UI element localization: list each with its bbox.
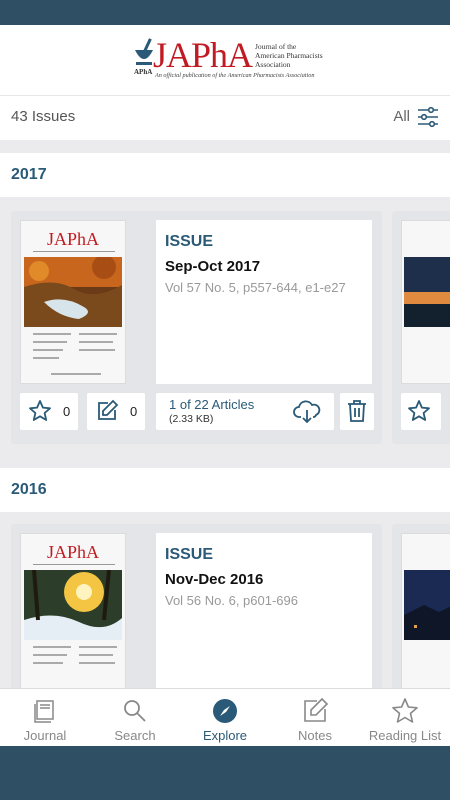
issue-cover[interactable]: JAPhA — [20, 220, 126, 384]
cover-publisher-line — [51, 373, 101, 375]
tab-label: Notes — [298, 728, 332, 743]
issue-info[interactable]: ISSUE Sep-Oct 2017 Vol 57 No. 5, p557-64… — [156, 220, 372, 384]
cloud-download-icon — [293, 400, 321, 424]
tab-journal[interactable]: Journal — [0, 689, 90, 747]
favorite-count: 0 — [63, 404, 71, 419]
logo-wordmark: JAPhA — [153, 35, 253, 75]
tab-reading-list[interactable]: Reading List — [360, 689, 450, 747]
cover-text — [33, 662, 63, 664]
cover-masthead: JAPhA — [46, 542, 99, 562]
tab-explore[interactable]: Explore — [180, 689, 270, 747]
tab-label: Journal — [23, 728, 67, 743]
cover-text — [79, 646, 117, 648]
cover-subtitle-rule — [33, 564, 115, 567]
tab-label: Explore — [202, 728, 248, 743]
logo-mark-label: APhA — [134, 68, 153, 76]
issue-volume: Vol 57 No. 5, p557-644, e1-e27 — [165, 280, 346, 295]
issue-cover[interactable] — [401, 533, 450, 697]
logo-description: Journal of the American Pharmacists Asso… — [255, 42, 323, 69]
issue-count: 43 Issues — [11, 108, 76, 125]
tab-notes[interactable]: Notes — [270, 689, 360, 747]
tab-label: Reading List — [368, 728, 442, 743]
tab-search[interactable]: Search — [90, 689, 180, 747]
year-header-2016: 2016 — [0, 468, 450, 512]
status-bar — [0, 0, 450, 25]
favorite-button[interactable] — [401, 393, 441, 430]
year-label: 2016 — [11, 481, 47, 498]
issue-info[interactable]: ISSUE Nov-Dec 2016 Vol 56 No. 6, p601-69… — [156, 533, 372, 697]
cover-subtitle-rule — [33, 251, 115, 254]
cover-masthead: JAPhA — [46, 229, 99, 249]
cover-text — [33, 357, 59, 359]
note-edit-icon — [98, 399, 119, 420]
issue-volume: Vol 56 No. 6, p601-696 — [165, 593, 298, 608]
tab-label: Search — [114, 728, 156, 743]
issue-cover[interactable]: JAPhA — [20, 533, 126, 697]
book-icon — [34, 700, 54, 723]
issue-date: Sep-Oct 2017 — [165, 258, 261, 275]
cover-photo — [24, 570, 122, 640]
cover-text — [79, 349, 115, 351]
issue-card[interactable]: JAPhA ISSUE Sep-Oct 2017 Vol 57 No. 5, p… — [11, 211, 382, 444]
issue-type: ISSUE — [165, 233, 214, 250]
star-icon — [392, 698, 418, 723]
notes-button[interactable]: 0 — [87, 393, 145, 430]
cover-photo — [24, 257, 122, 327]
year-header-2017: 2017 — [0, 153, 450, 197]
cover-photo — [404, 570, 450, 640]
filter-sliders-icon[interactable] — [416, 105, 440, 129]
issue-card-next[interactable] — [392, 211, 450, 444]
issue-date: Nov-Dec 2016 — [165, 571, 264, 588]
download-size: (2.33 KB) — [169, 413, 214, 425]
app-header: APhA JAPhA Journal of the American Pharm… — [0, 25, 450, 95]
logo-tagline: An official publication of the American … — [155, 72, 315, 79]
cover-text — [79, 662, 115, 664]
favorite-button[interactable]: 0 — [20, 393, 78, 430]
cover-text — [79, 341, 113, 343]
filter-all-button[interactable]: All — [393, 108, 410, 125]
cover-text — [33, 654, 67, 656]
cover-photo — [404, 257, 450, 327]
cover-text — [33, 341, 67, 343]
cover-text — [33, 646, 71, 648]
trash-icon — [348, 400, 366, 422]
cover-text — [79, 333, 117, 335]
bottom-tab-bar: Journal Search Explore Notes Reading Lis… — [0, 688, 450, 746]
cover-text — [79, 654, 113, 656]
system-nav-bar — [0, 746, 450, 800]
year-label: 2017 — [11, 166, 47, 183]
issue-cover[interactable] — [401, 220, 450, 384]
articles-count: 1 of 22 Articles — [169, 397, 255, 412]
notes-count: 0 — [130, 404, 138, 419]
compass-icon — [213, 699, 237, 723]
cover-text — [33, 333, 71, 335]
cover-text — [33, 349, 63, 351]
issue-actions: 0 0 1 of 22 Articles (2.33 KB) — [11, 393, 382, 431]
star-icon — [408, 400, 430, 421]
japha-logo: APhA JAPhA Journal of the American Pharm… — [133, 35, 323, 84]
download-articles-button[interactable]: 1 of 22 Articles (2.33 KB) — [156, 393, 334, 430]
note-edit-icon — [304, 697, 329, 722]
search-icon — [124, 700, 146, 722]
delete-button[interactable] — [340, 393, 374, 430]
filter-bar: 43 Issues All — [0, 95, 450, 140]
star-icon — [29, 400, 51, 421]
issue-type: ISSUE — [165, 546, 214, 563]
